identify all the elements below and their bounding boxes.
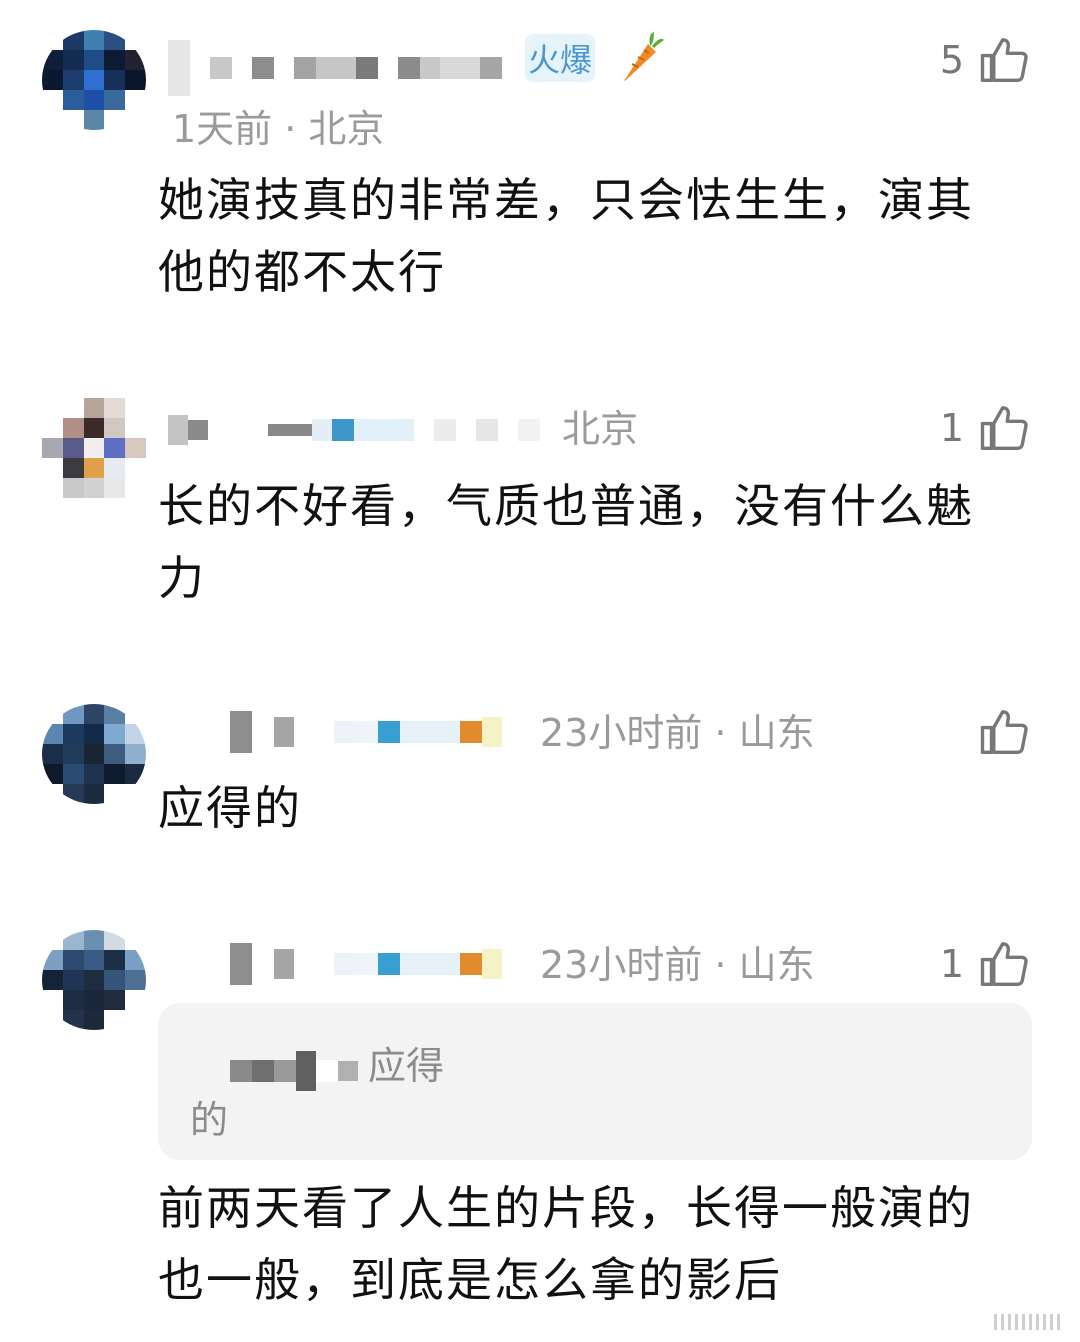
username-blurred[interactable]	[168, 40, 502, 96]
comment-meta: 1天前 · 北京	[172, 107, 385, 151]
comment-2: 北京 1 长的不好看，气质也普通，没有什么魅力	[0, 380, 1080, 660]
comment-text: 应得的	[158, 781, 302, 835]
comment-text: 长的不好看，气质也普通，没有什么魅力	[158, 479, 974, 605]
thumbs-up-icon	[980, 406, 1028, 450]
like-count: 1	[939, 406, 964, 450]
thumbs-up-icon	[980, 942, 1028, 986]
like-button[interactable]: 1	[940, 934, 1032, 994]
like-button[interactable]	[964, 702, 1032, 762]
quoted-text-tail: 的	[190, 1098, 229, 1142]
quoted-user-blurred	[230, 1051, 358, 1091]
avatar[interactable]	[42, 930, 146, 1030]
username-blurred[interactable]	[168, 410, 540, 450]
hot-badge: 火爆	[525, 34, 595, 82]
comment-3: 23小时前 · 山东 应得的	[0, 690, 1080, 870]
username-blurred[interactable]	[230, 943, 502, 985]
like-count: 5	[939, 38, 964, 82]
avatar[interactable]	[42, 30, 146, 130]
thumbs-up-icon	[980, 710, 1028, 754]
avatar[interactable]	[42, 398, 146, 498]
quoted-text: 应得	[368, 1044, 445, 1088]
comment-meta: 23小时前 · 山东	[540, 943, 815, 987]
comment-meta: 北京	[562, 407, 639, 451]
avatar[interactable]	[42, 704, 146, 804]
thumbs-up-icon	[980, 38, 1028, 82]
like-button[interactable]: 1	[940, 398, 1032, 458]
comment-text: 前两天看了人生的片段，长得一般演的也一般，到底是怎么拿的影后	[158, 1181, 974, 1307]
watermark	[994, 1314, 1060, 1330]
comment-meta: 23小时前 · 山东	[540, 711, 815, 755]
comment-text: 她演技真的非常差，只会怯生生，演其他的都不太行	[158, 173, 974, 299]
carrot-icon	[618, 30, 664, 88]
username-blurred[interactable]	[230, 711, 502, 753]
quoted-reply[interactable]: 应得 的	[158, 1003, 1032, 1160]
like-count: 1	[939, 942, 964, 986]
comment-1: 火爆 1天前 · 北京 5 她演技真的非常差，只会怯生生，演其他的都不太行	[0, 0, 1080, 330]
like-button[interactable]: 5	[940, 30, 1032, 90]
